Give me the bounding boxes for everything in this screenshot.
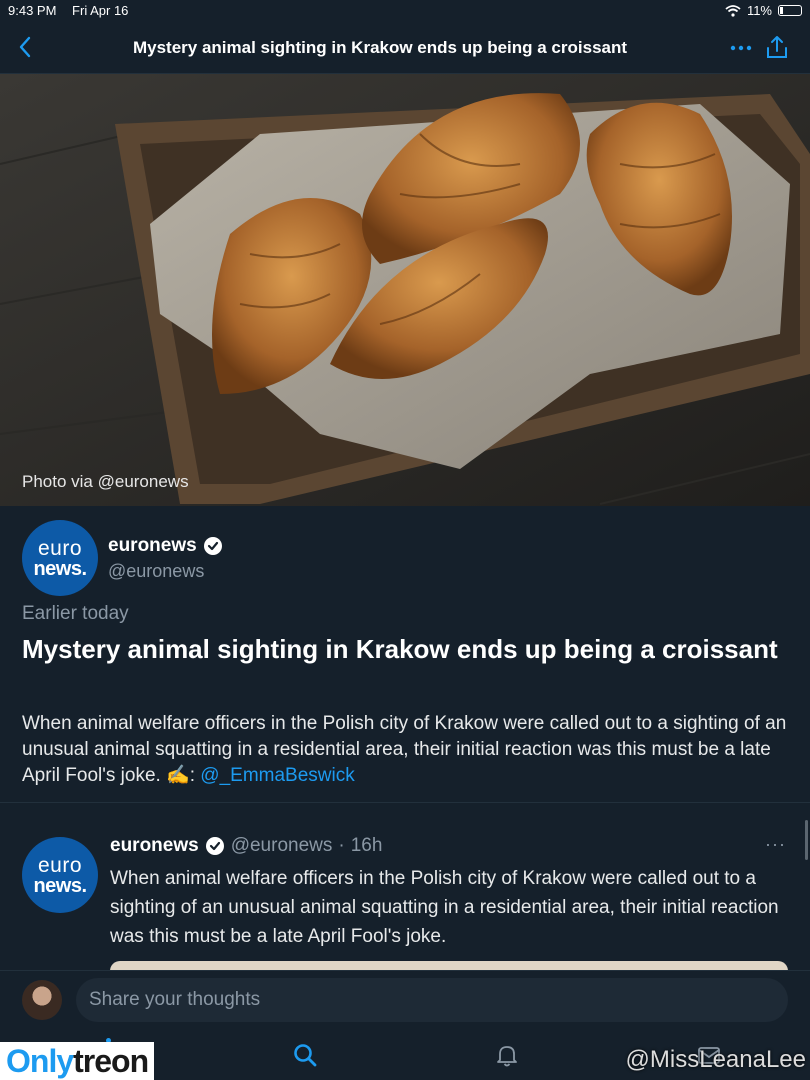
watermark-only: Only bbox=[6, 1043, 74, 1079]
tweet-more-button[interactable]: ··· bbox=[765, 834, 786, 855]
more-dots-icon[interactable] bbox=[728, 36, 754, 60]
article-time: Earlier today bbox=[22, 603, 129, 624]
tweet-text: When animal welfare officers in the Poli… bbox=[110, 868, 779, 947]
battery-icon bbox=[778, 5, 802, 16]
tweet-author-name[interactable]: euronews bbox=[110, 835, 199, 857]
battery-percent: 11% bbox=[746, 3, 772, 18]
verified-icon bbox=[205, 837, 224, 855]
article-author[interactable]: euro news. euronews @euronews bbox=[22, 520, 223, 596]
scrollbar[interactable] bbox=[805, 820, 808, 860]
article-summary: When animal welfare officers in the Poli… bbox=[22, 711, 797, 789]
tweet-avatar[interactable]: euro news. bbox=[22, 837, 98, 913]
author-handle[interactable]: @euronews bbox=[108, 561, 223, 582]
compose-bar bbox=[0, 970, 810, 1030]
status-date: Fri Apr 16 bbox=[72, 3, 129, 18]
author-name[interactable]: euronews bbox=[108, 535, 197, 557]
back-chevron-icon[interactable] bbox=[14, 34, 38, 60]
search-icon[interactable] bbox=[292, 1042, 318, 1068]
watermark-logo: Onlytreon bbox=[0, 1042, 155, 1080]
verified-icon bbox=[203, 536, 222, 555]
avatar-text-news: news. bbox=[33, 874, 87, 897]
avatar[interactable]: euro news. bbox=[22, 520, 98, 596]
croissant-photo bbox=[0, 74, 810, 506]
article-headline: Mystery animal sighting in Krakow ends u… bbox=[22, 634, 778, 664]
watermark-treon: treon bbox=[73, 1043, 149, 1079]
user-avatar[interactable] bbox=[22, 980, 62, 1020]
reply-input[interactable] bbox=[76, 978, 788, 1022]
avatar-text-euro: euro bbox=[37, 853, 83, 877]
watermark-handle: @MissLeanaLee bbox=[625, 1046, 806, 1073]
avatar-text-euro: euro bbox=[37, 536, 83, 560]
tweet-timestamp[interactable]: 16h bbox=[351, 835, 383, 857]
page-title: Mystery animal sighting in Krakow ends u… bbox=[132, 38, 628, 57]
wifi-icon bbox=[725, 4, 741, 17]
bell-icon[interactable] bbox=[494, 1042, 520, 1068]
nav-bar: Mystery animal sighting in Krakow ends u… bbox=[0, 22, 810, 74]
divider bbox=[0, 802, 810, 803]
tweet[interactable]: euro news. euronews @euronews · 16h ··· Wh… bbox=[0, 820, 810, 973]
mention-link[interactable]: @_EmmaBeswick bbox=[200, 765, 354, 786]
tweet-separator: · bbox=[338, 835, 345, 856]
status-time: 9:43 PM bbox=[8, 3, 57, 18]
avatar-text-news: news. bbox=[33, 557, 87, 580]
status-bar: 9:43 PM Fri Apr 16 11% bbox=[0, 0, 810, 22]
article-image[interactable]: Photo via @euronews bbox=[0, 74, 810, 506]
share-icon[interactable] bbox=[764, 34, 790, 60]
tweet-handle[interactable]: @euronews bbox=[231, 835, 333, 857]
photo-credit: Photo via @euronews bbox=[22, 472, 189, 491]
summary-text: When animal welfare officers in the Poli… bbox=[22, 713, 787, 786]
